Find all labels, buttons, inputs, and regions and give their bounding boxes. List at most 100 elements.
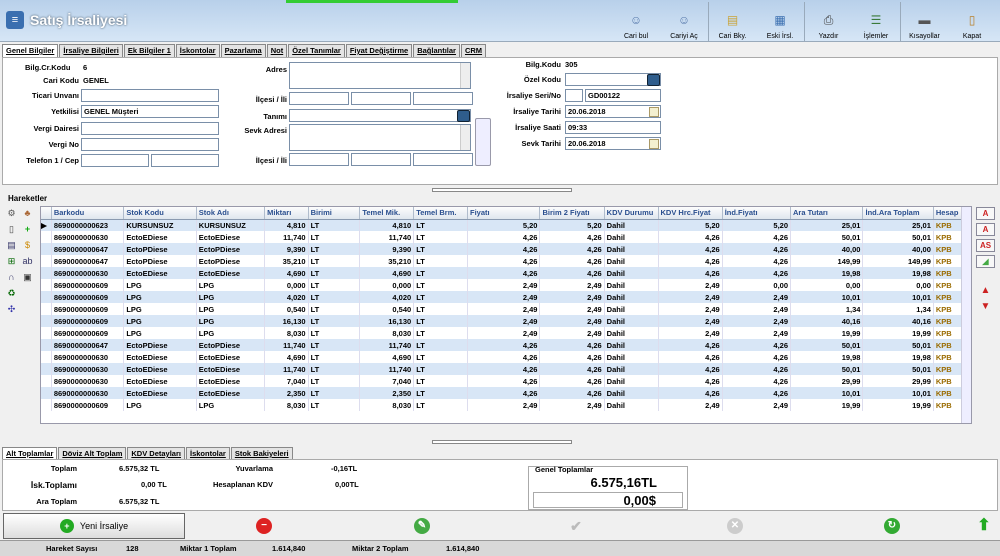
vergi-dairesi-input[interactable] bbox=[81, 122, 219, 135]
sevk-adresi-button[interactable] bbox=[475, 118, 491, 166]
vergi-no-input[interactable] bbox=[81, 138, 219, 151]
delete-icon[interactable]: − bbox=[256, 518, 272, 534]
column-header[interactable]: Stok Kodu bbox=[123, 207, 197, 220]
add-box-icon[interactable]: ⊞ bbox=[6, 256, 17, 267]
tab-9[interactable]: CRM bbox=[460, 44, 487, 57]
grid-icon[interactable]: ▣ bbox=[22, 272, 33, 283]
seri-input[interactable] bbox=[565, 89, 583, 102]
cancel-icon[interactable]: ✕ bbox=[727, 518, 743, 534]
tab-5[interactable]: Not bbox=[266, 44, 288, 57]
yazdir-button[interactable]: ⎙ Yazdır bbox=[804, 2, 852, 42]
table-row[interactable]: 8690000000609 LPG LPG 4,020 LT 4,020 LT 2,49 2,4… bbox=[41, 291, 963, 303]
dollar-icon[interactable]: $ bbox=[22, 240, 33, 251]
confirm-icon[interactable]: ✔ bbox=[568, 518, 584, 534]
table-row[interactable]: 8690000000630 EctoEDiese EctoEDiese 4,690 LT… bbox=[41, 351, 963, 363]
ulke2-input[interactable] bbox=[413, 153, 473, 166]
ilcesi2-input[interactable] bbox=[289, 153, 349, 166]
kisayollar-button[interactable]: ▬ Kısayollar bbox=[900, 2, 948, 42]
copy-icon[interactable]: ▤ bbox=[6, 240, 17, 251]
column-header[interactable]: Temel Brm. bbox=[413, 207, 469, 220]
ili-input[interactable] bbox=[351, 92, 411, 105]
binoculars-icon[interactable]: ∩ bbox=[6, 272, 17, 283]
column-header[interactable]: KDV Hrc.Fiyat bbox=[658, 207, 723, 220]
adres-textarea[interactable] bbox=[289, 62, 471, 89]
eski-irsl-button[interactable]: ▦ Eski İrsl. bbox=[756, 2, 804, 42]
column-header[interactable]: KDV Durumu bbox=[604, 207, 659, 220]
add-row-icon[interactable]: + bbox=[22, 224, 33, 235]
tab-3[interactable]: İskontolar bbox=[175, 44, 220, 57]
calendar-icon[interactable] bbox=[649, 139, 659, 149]
column-header[interactable]: İnd.Ara Toplam bbox=[862, 207, 934, 220]
table-row[interactable]: 8690000000609 LPG LPG 16,130 LT 16,130 LT 2,49 2… bbox=[41, 315, 963, 327]
ulke-input[interactable] bbox=[413, 92, 473, 105]
yetkilisi-input[interactable]: GENEL Müşteri bbox=[81, 105, 219, 118]
tab-4[interactable]: Pazarlama bbox=[220, 44, 266, 57]
bottom-tab-4[interactable]: Stok Bakiyeleri bbox=[230, 447, 293, 459]
tab-7[interactable]: Fiyat Değiştirme bbox=[345, 44, 413, 57]
ticari-unvani-input[interactable] bbox=[81, 89, 219, 102]
tab-1[interactable]: İrsaliye Bilgileri bbox=[59, 44, 123, 57]
table-row[interactable]: 8690000000630 EctoEDiese EctoEDiese 11,740 L… bbox=[41, 363, 963, 375]
link-icon[interactable]: ✣ bbox=[6, 304, 17, 315]
arrow-up-icon[interactable]: ⬆ bbox=[976, 518, 992, 534]
column-header[interactable]: Birim 2 Fiyatı bbox=[539, 207, 605, 220]
column-header[interactable]: İnd.Fiyatı bbox=[722, 207, 792, 220]
sevk-adresi-textarea[interactable] bbox=[289, 124, 471, 151]
table-row[interactable]: 8690000000630 EctoEDiese EctoEDiese 4,690 LT… bbox=[41, 267, 963, 279]
bottom-tab-0[interactable]: Alt Toplamlar bbox=[2, 447, 58, 459]
bottom-tab-3[interactable]: İskontolar bbox=[185, 447, 230, 459]
new-irsaliye-button[interactable]: + Yeni İrsaliye bbox=[3, 513, 185, 539]
splitter-top[interactable] bbox=[432, 188, 572, 192]
grid-vertical-scrollbar[interactable] bbox=[961, 207, 971, 423]
tanimi-input[interactable] bbox=[289, 109, 471, 122]
table-row[interactable]: 8690000000609 LPG LPG 0,000 LT 0,000 LT 2,49 2,4… bbox=[41, 279, 963, 291]
font-tool-button[interactable]: AS bbox=[976, 239, 995, 252]
column-header[interactable]: Temel Mik. bbox=[359, 207, 415, 220]
move-up-icon[interactable]: ▲ bbox=[980, 285, 991, 296]
table-row[interactable]: 8690000000630 EctoEDiese EctoEDiese 7,040 LT… bbox=[41, 375, 963, 387]
cari-bul-button[interactable]: ☺ Cari bul bbox=[612, 2, 660, 42]
splitter-bottom[interactable] bbox=[432, 440, 572, 444]
ozel-kodu-lookup-icon[interactable] bbox=[647, 74, 660, 86]
islemler-button[interactable]: ☰ İşlemler bbox=[852, 2, 900, 42]
tab-0[interactable]: Genel Bilgiler bbox=[2, 44, 59, 57]
ili2-input[interactable] bbox=[351, 153, 411, 166]
irsaliye-tarihi-input[interactable]: 20.06.2018 bbox=[565, 105, 661, 118]
column-header[interactable]: Birimi bbox=[308, 207, 361, 220]
new-document-icon[interactable]: ▯ bbox=[6, 224, 17, 235]
bottom-tab-1[interactable]: Döviz Alt Toplam bbox=[58, 447, 127, 459]
tab-8[interactable]: Bağlantılar bbox=[413, 44, 460, 57]
table-row[interactable]: 8690000000609 LPG LPG 0,540 LT 0,540 LT 2,49 2,4… bbox=[41, 303, 963, 315]
tanimi-lookup-icon[interactable] bbox=[457, 110, 470, 122]
tab-6[interactable]: Özel Tanımlar bbox=[288, 44, 345, 57]
table-row[interactable]: 8690000000609 LPG LPG 8,030 LT 8,030 LT 2,49 2,4… bbox=[41, 327, 963, 339]
cariyi-ac-button[interactable]: ☺ Cariyi Aç bbox=[660, 2, 708, 42]
column-header[interactable]: Ara Tutarı bbox=[790, 207, 864, 220]
table-row[interactable]: 8690000000647 EctoPDiese EctoPDiese 35,210 L… bbox=[41, 255, 963, 267]
cep-input[interactable] bbox=[151, 154, 219, 167]
tab-2[interactable]: Ek Bilgiler 1 bbox=[123, 44, 175, 57]
table-row[interactable]: 8690000000647 EctoPDiese EctoPDiese 9,390 LT… bbox=[41, 243, 963, 255]
no-input[interactable]: GD00122 bbox=[585, 89, 661, 102]
bottom-tab-2[interactable]: KDV Detayları bbox=[127, 447, 185, 459]
column-header[interactable]: Barkodu bbox=[51, 207, 125, 220]
refresh-icon[interactable]: ♻ bbox=[6, 288, 17, 299]
font-tool-button[interactable]: A bbox=[976, 223, 995, 236]
sevk-tarihi-input[interactable]: 20.06.2018 bbox=[565, 137, 661, 150]
column-header[interactable]: Miktarı bbox=[264, 207, 309, 220]
font-tool-button[interactable]: A bbox=[976, 207, 995, 220]
move-down-icon[interactable]: ▼ bbox=[980, 301, 991, 312]
ilcesi-input[interactable] bbox=[289, 92, 349, 105]
group-icon[interactable]: ♣ bbox=[22, 208, 33, 219]
table-row[interactable]: 8690000000630 EctoEDiese EctoEDiese 11,740 L… bbox=[41, 231, 963, 243]
cari-bky-button[interactable]: ▤ Cari Bky. bbox=[708, 2, 756, 42]
calendar-icon[interactable] bbox=[649, 107, 659, 117]
settings-icon[interactable]: ⚙ bbox=[6, 208, 17, 219]
chart-icon[interactable]: ◢ bbox=[976, 255, 995, 268]
refresh-icon[interactable]: ↻ bbox=[884, 518, 900, 534]
irsaliye-saati-input[interactable]: 09:33 bbox=[565, 121, 661, 134]
column-header[interactable]: Hesap bbox=[933, 207, 963, 220]
table-row[interactable]: 8690000000609 LPG LPG 8,030 LT 8,030 LT 2,49 2,4… bbox=[41, 399, 963, 411]
column-header[interactable]: Fiyatı bbox=[467, 207, 541, 220]
format-icon[interactable]: ab bbox=[22, 256, 33, 267]
